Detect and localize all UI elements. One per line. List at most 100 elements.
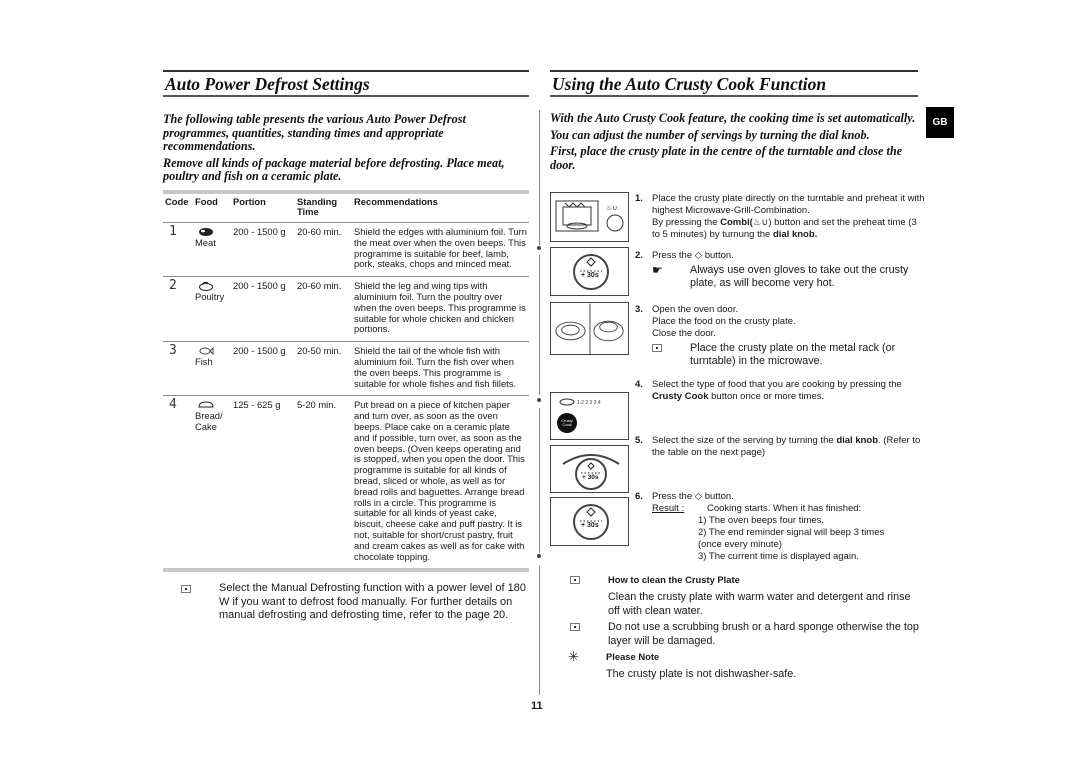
col-standing: Standing Time: [297, 195, 338, 218]
start-icon: ◇: [694, 250, 703, 261]
table-row: 4 Bread/ Cake 125 - 625 g 5-20 min. Put …: [163, 396, 529, 571]
step-number: 4.: [635, 379, 643, 390]
page-number: 11: [531, 700, 543, 712]
code-cell: 4: [169, 397, 177, 413]
clean-warning: Do not use a scrubbing brush or a hard s…: [550, 620, 920, 648]
divider-dot: [537, 398, 541, 402]
steps-area: ♨∪ + 30s 1.2 2.3 3.4 Crusty Cook + 30s +…: [550, 192, 930, 572]
food-label: Meat: [195, 237, 216, 249]
code-cell: 2: [169, 278, 177, 294]
divider-dot: [537, 554, 541, 558]
recommendation-cell: Shield the edges with aluminium foil. Tu…: [354, 226, 528, 270]
cleaning-notes: How to clean the Crusty Plate Clean the …: [550, 573, 920, 681]
table-row: 3 Fish 200 - 1500 g 20-50 min. Shield th…: [163, 342, 529, 396]
text: Select the type of food that you are coo…: [652, 379, 902, 390]
step-text: Press the ◇ button.: [652, 250, 925, 262]
step-2: 2. Press the ◇ button. ☛ Always use oven…: [635, 250, 925, 290]
step-text: Press the ◇ button.: [652, 491, 925, 503]
clean-text: Clean the crusty plate with warm water a…: [608, 591, 911, 617]
col-food: Food: [195, 195, 218, 207]
section-title-defrost: Auto Power Defrost Settings: [163, 70, 529, 97]
col-recommendations: Recommendations: [354, 195, 438, 207]
note-icon: [570, 576, 580, 584]
crusty-plate-icon: [555, 303, 624, 356]
intro-paragraph: With the Auto Crusty Cook feature, the c…: [550, 111, 916, 125]
result-row: Result : Cooking starts. When it has fin…: [652, 503, 925, 515]
asterisk-icon: ✳: [568, 649, 579, 664]
crusty-intro: With the Auto Crusty Cook feature, the c…: [550, 111, 918, 172]
result-list: 1) The oven beeps four times. 2) The end…: [698, 515, 903, 563]
intro-paragraph: Remove all kinds of package material bef…: [163, 155, 505, 183]
food-cell: Meat: [193, 223, 231, 277]
fish-icon: [199, 347, 214, 356]
col-code: Code: [165, 195, 189, 207]
note-text: Select the Manual Defrosting function wi…: [219, 582, 526, 621]
standing-cell: 20-60 min.: [297, 280, 342, 292]
bread-icon: [198, 401, 214, 408]
combi-icon: ♨∪: [752, 217, 769, 228]
please-note: ✳ Please Note The crusty plate is not di…: [550, 650, 920, 681]
standing-cell: 20-50 min.: [297, 345, 342, 357]
note-icon: [652, 344, 662, 352]
plus-30s-label: + 30s: [581, 272, 599, 279]
result-text: Cooking starts. When it has finished:: [707, 503, 862, 514]
meat-icon: [199, 228, 213, 237]
column-divider: [539, 408, 540, 553]
code-cell: 1: [169, 224, 177, 240]
crusty-cook-label: Crusty Cook: [652, 391, 709, 402]
text: button.: [702, 491, 734, 502]
result-item: 3) The current time is displayed again.: [698, 551, 859, 562]
portion-cell: 125 - 625 g: [233, 399, 281, 411]
note-icon: [181, 585, 191, 594]
text: By pressing the: [652, 217, 721, 228]
svg-text:♨∪: ♨∪: [606, 204, 617, 212]
dial-knob-label: dial knob.: [772, 229, 818, 240]
oven-interior-icon: ♨∪: [555, 200, 624, 232]
illustration-crusty-plate: [550, 302, 629, 356]
recommendation-cell: Put bread on a piece of kitchen paper an…: [354, 399, 525, 562]
code-cell: 3: [169, 343, 177, 359]
defrost-table: Code Food Portion Standing Time Recommen…: [163, 190, 529, 573]
text: Select the size of the serving by turnin…: [652, 435, 837, 446]
intro-paragraph: You can adjust the number of servings by…: [550, 127, 870, 142]
col-portion: Portion: [233, 195, 266, 207]
food-cell: Poultry: [193, 277, 231, 342]
column-divider: [539, 565, 540, 695]
divider-dot: [537, 246, 541, 250]
food-cell: Bread/ Cake: [193, 396, 231, 570]
column-divider: [539, 110, 540, 245]
right-column: Using the Auto Crusty Cook Function With…: [550, 70, 918, 175]
manual-defrost-note: Select the Manual Defrosting function wi…: [163, 582, 529, 622]
clean-note: How to clean the Crusty Plate Clean the …: [550, 573, 920, 618]
defrost-intro: The following table presents the various…: [163, 112, 529, 184]
please-note-title: Please Note: [606, 651, 660, 662]
step-5: 5. Select the size of the serving by tur…: [635, 435, 925, 459]
please-note-text: The crusty plate is not dishwasher-safe.: [606, 668, 797, 680]
left-column: Auto Power Defrost Settings The followin…: [163, 70, 529, 622]
result-item: 1) The oven beeps four times.: [698, 515, 825, 526]
result-label: Result :: [652, 503, 685, 514]
recommendation-cell: Shield the tail of the whole fish with a…: [354, 345, 517, 389]
combi-label: Combi(: [720, 217, 753, 228]
note-row: Place the crusty plate on the metal rack…: [652, 342, 925, 368]
text: button.: [702, 250, 734, 261]
start-icon: ◇: [694, 491, 703, 502]
recommendation-cell: Shield the leg and wing tips with alumin…: [354, 280, 526, 335]
food-cell: Fish: [193, 342, 231, 396]
step-number: 2.: [635, 250, 643, 261]
step-1: 1. Place the crusty plate directly on th…: [635, 193, 925, 241]
step-4: 4. Select the type of food that you are …: [635, 379, 925, 403]
warning-text: Always use oven gloves to take out the c…: [690, 264, 909, 289]
illustration-oven-combi: ♨∪: [550, 192, 629, 242]
plus-30s-label: + 30s: [582, 474, 599, 481]
food-label: Poultry: [195, 291, 225, 303]
step-3: 3. Open the oven door. Place the food on…: [635, 304, 925, 368]
clean-warning-text: Do not use a scrubbing brush or a hard s…: [608, 621, 919, 647]
food-label: Bread/ Cake: [195, 410, 223, 433]
clean-title: How to clean the Crusty Plate: [608, 574, 740, 585]
step-text: Place the food on the crusty plate.: [652, 316, 796, 327]
section-title-crusty: Using the Auto Crusty Cook Function: [550, 70, 918, 97]
step-text: By pressing the Combi(♨∪) button and set…: [652, 217, 925, 241]
svg-text:1.2 2.3 3.4: 1.2 2.3 3.4: [577, 400, 601, 406]
step-6: 6. Press the ◇ button. Result : Cooking …: [635, 491, 925, 563]
